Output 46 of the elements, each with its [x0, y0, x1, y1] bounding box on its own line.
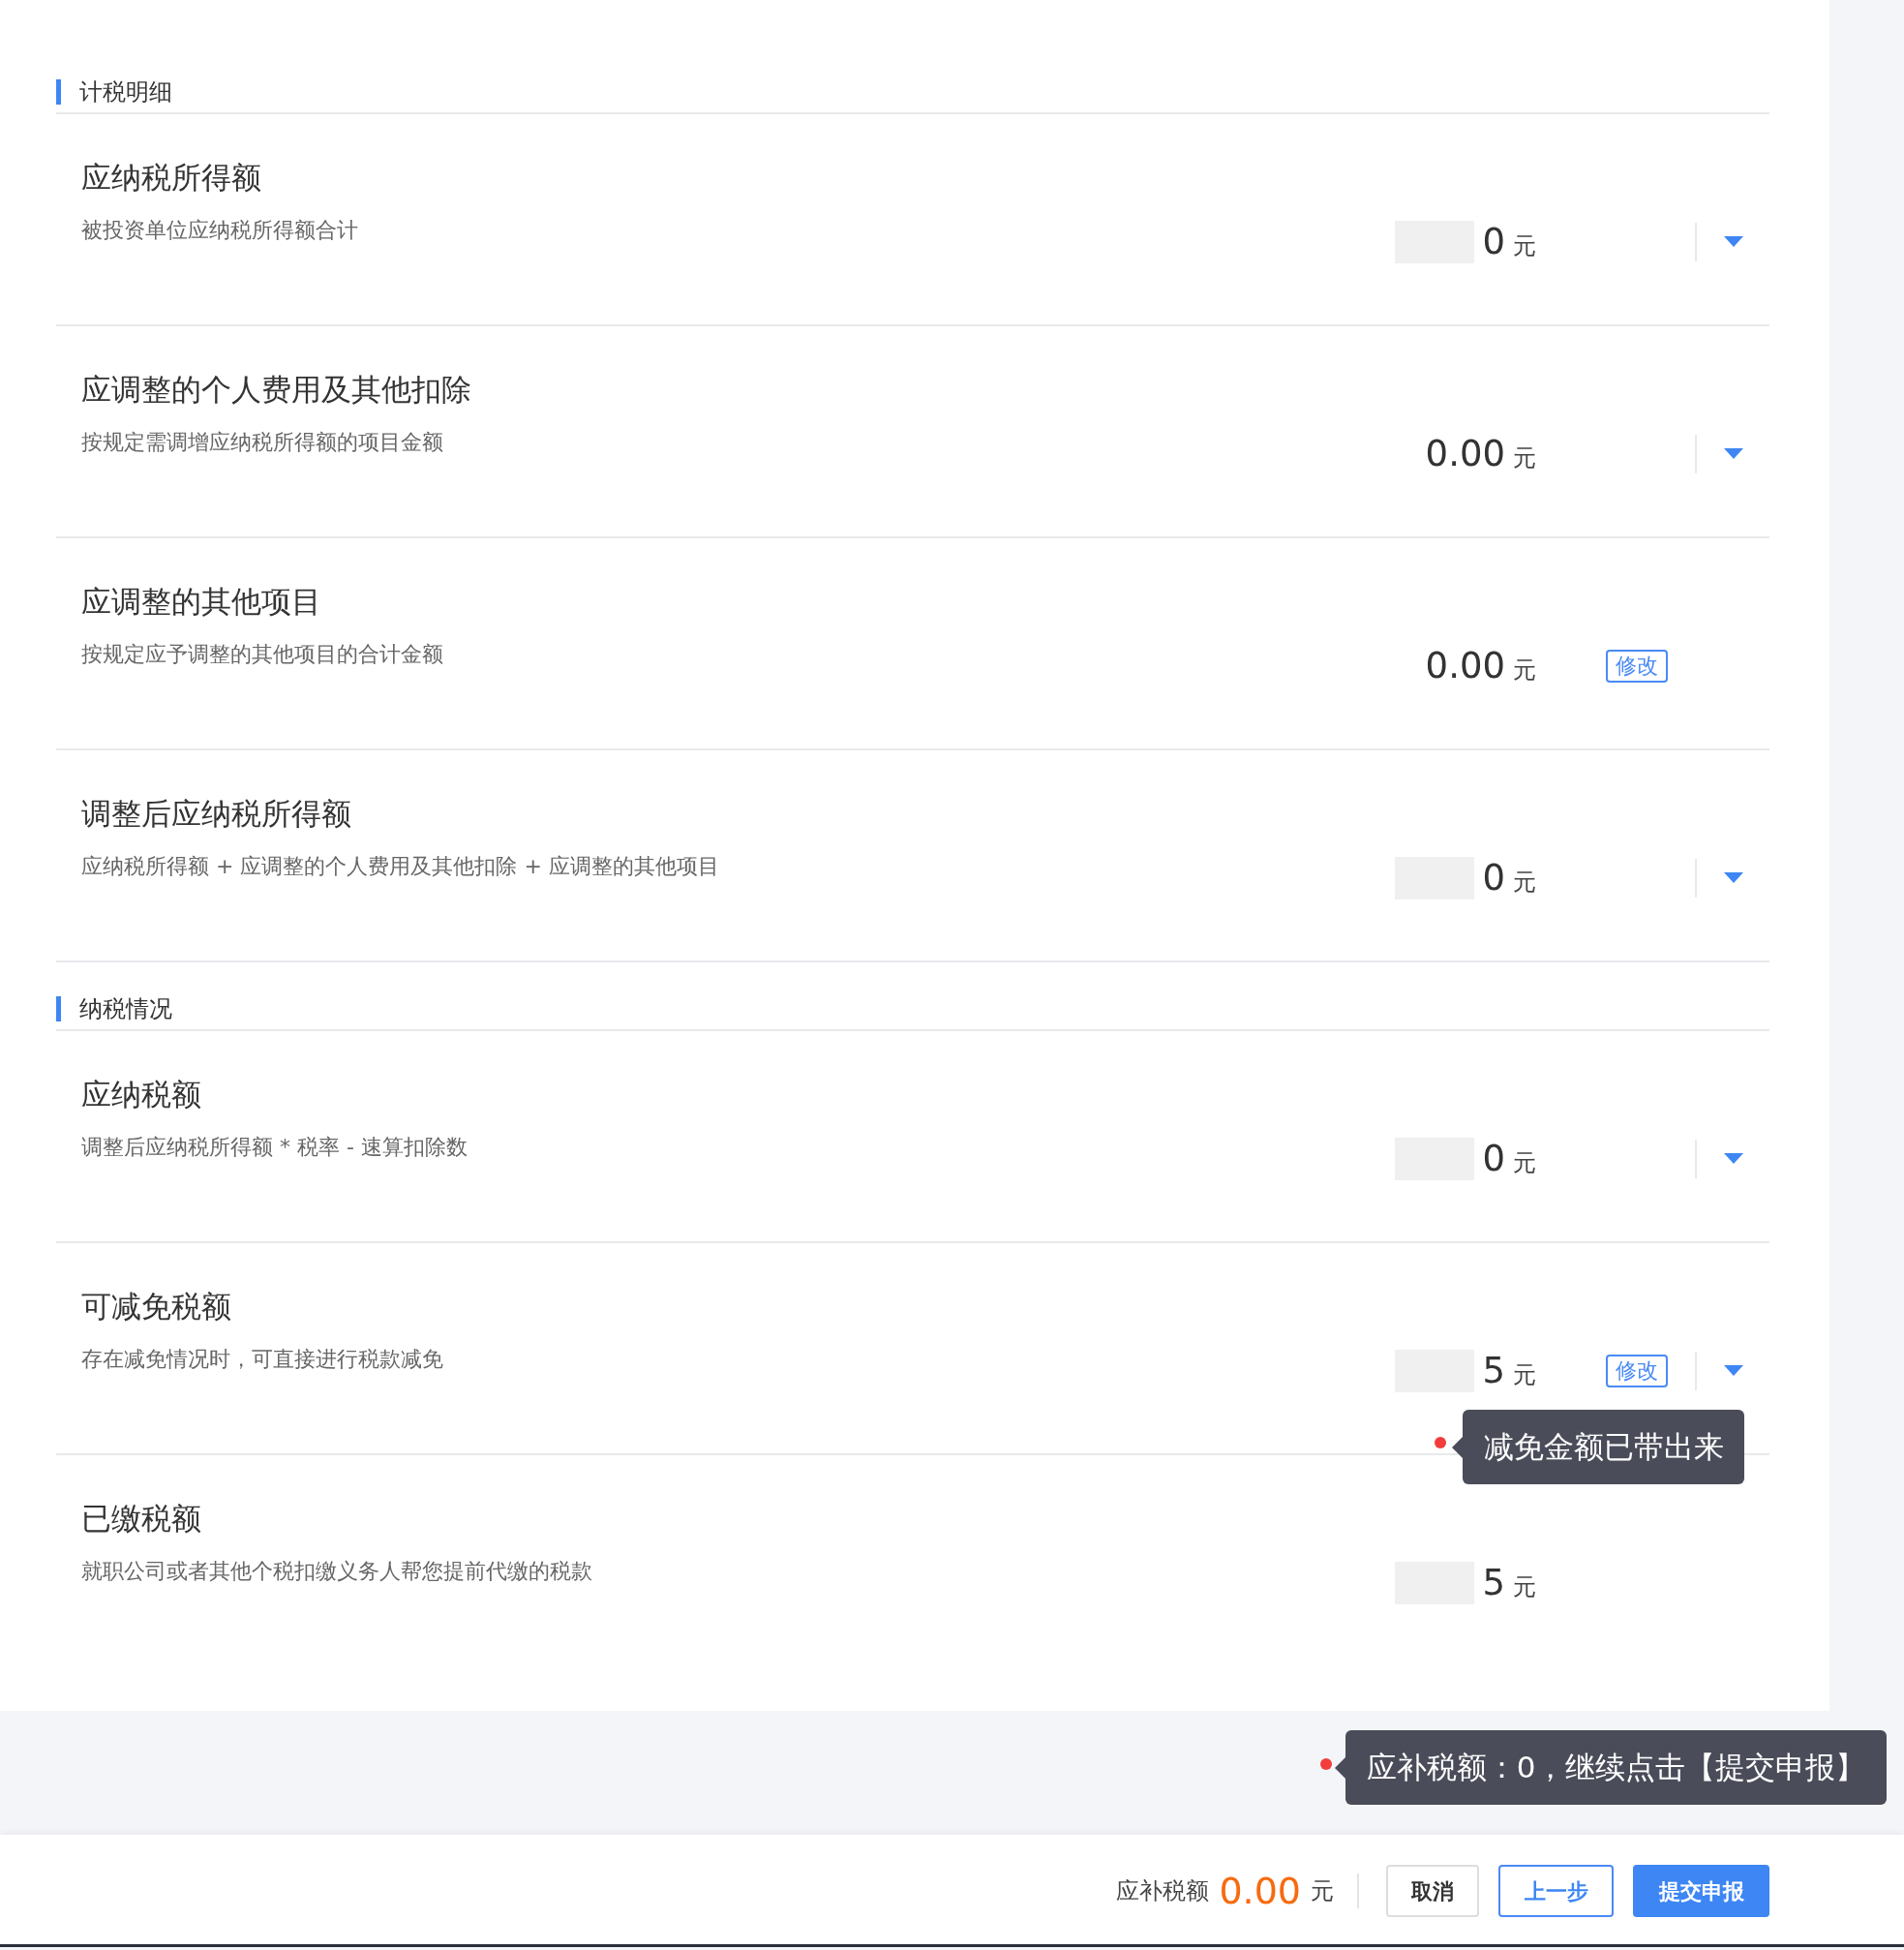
- row-title: 应调整的其他项目: [81, 583, 322, 621]
- caret-icon[interactable]: [1724, 1365, 1743, 1377]
- unit-label: 元: [1513, 1572, 1536, 1603]
- unit-label: 元: [1311, 1876, 1334, 1906]
- tax-due-amount: 0.00: [1219, 1868, 1301, 1914]
- edit-button[interactable]: 修改: [1606, 1355, 1668, 1387]
- edit-button[interactable]: 修改: [1606, 650, 1668, 683]
- row-description: 按规定需调增应纳税所得额的项目金额: [81, 428, 444, 456]
- amount-value: 0.00: [1425, 432, 1505, 477]
- caret-icon[interactable]: [1724, 236, 1743, 248]
- row-title: 已缴税额: [81, 1500, 202, 1538]
- caret-icon[interactable]: [1724, 1153, 1743, 1165]
- unit-label: 元: [1513, 1148, 1536, 1179]
- tooltip-pointer: [1335, 1756, 1345, 1779]
- amount-value: 5: [1482, 1561, 1505, 1606]
- section-title: 纳税情况: [56, 996, 172, 1021]
- tax-due-label: 应补税额: [1116, 1876, 1210, 1906]
- caret-icon[interactable]: [1724, 448, 1743, 460]
- row-title: 调整后应纳税所得额: [81, 795, 352, 833]
- section-title: 计税明细: [56, 79, 172, 105]
- unit-label: 元: [1513, 443, 1536, 474]
- row-description: 按规定应予调整的其他项目的合计金额: [81, 640, 444, 668]
- amount-value: 0: [1482, 1137, 1505, 1182]
- submit-button[interactable]: 提交申报: [1633, 1865, 1769, 1917]
- notification-dot: [1320, 1758, 1332, 1770]
- row-title: 可减免税额: [81, 1288, 232, 1325]
- row-title: 应纳税额: [81, 1076, 202, 1113]
- amount-value: 0.00: [1425, 644, 1505, 689]
- amount-value: 0: [1482, 856, 1505, 901]
- caret-icon[interactable]: [1724, 872, 1743, 884]
- previous-step-button[interactable]: 上一步: [1498, 1865, 1614, 1917]
- unit-label: 元: [1513, 1360, 1536, 1391]
- row-description: 就职公司或者其他个税扣缴义务人帮您提前代缴的税款: [81, 1557, 593, 1585]
- tooltip-pointer: [1452, 1436, 1463, 1458]
- row-description: 调整后应纳税所得额 * 税率 - 速算扣除数: [81, 1133, 468, 1161]
- unit-label: 元: [1513, 231, 1536, 262]
- row-description: 存在减免情况时，可直接进行税款减免: [81, 1345, 444, 1373]
- row-description: 应纳税所得额 + 应调整的个人费用及其他扣除 + 应调整的其他项目: [81, 852, 720, 880]
- amount-value: 0: [1482, 220, 1505, 265]
- row-description: 被投资单位应纳税所得额合计: [81, 216, 359, 244]
- amount-value: 5: [1482, 1349, 1505, 1394]
- row-title: 应调整的个人费用及其他扣除: [81, 371, 472, 409]
- cancel-button[interactable]: 取消: [1386, 1865, 1479, 1917]
- unit-label: 元: [1513, 655, 1536, 686]
- row-title: 应纳税所得额: [81, 159, 262, 197]
- unit-label: 元: [1513, 868, 1536, 899]
